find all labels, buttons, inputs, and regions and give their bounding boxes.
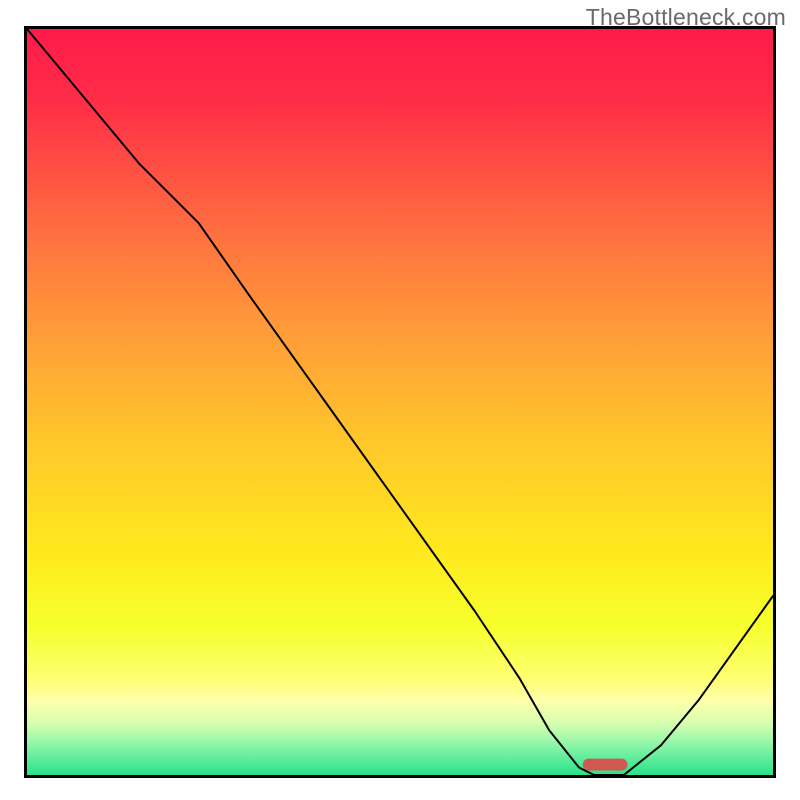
gradient-background — [27, 29, 773, 775]
chart-area — [24, 26, 776, 778]
optimal-marker — [583, 759, 628, 771]
chart-svg — [27, 29, 773, 775]
